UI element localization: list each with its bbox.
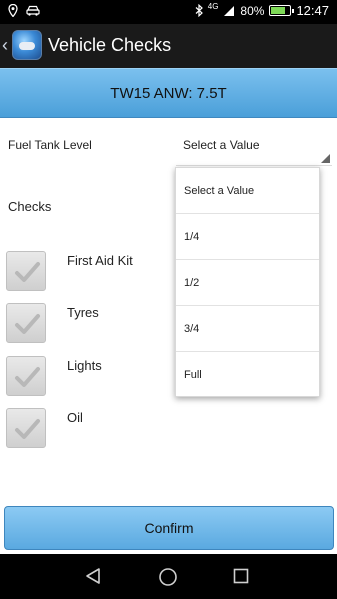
dropdown-option-half[interactable]: 1/2 xyxy=(176,260,319,306)
status-left xyxy=(8,4,40,17)
fuel-tank-label: Fuel Tank Level xyxy=(8,138,92,152)
dropdown-option-full[interactable]: Full xyxy=(176,352,319,398)
clock: 12:47 xyxy=(296,3,329,18)
location-pin-icon xyxy=(8,4,18,17)
signal-strength-icon xyxy=(224,5,235,16)
confirm-button[interactable]: Confirm xyxy=(4,506,334,550)
tyres-label: Tyres xyxy=(67,305,99,320)
lights-label: Lights xyxy=(67,358,102,373)
navigation-bar xyxy=(0,554,337,599)
dropdown-option-select-a-value[interactable]: Select a Value xyxy=(176,168,319,214)
battery-icon xyxy=(269,5,295,16)
app-logo[interactable] xyxy=(12,30,42,60)
lights-checkbox[interactable] xyxy=(6,356,46,396)
checkmark-icon xyxy=(15,262,40,282)
vehicle-label: TW15 ANW: 7.5T xyxy=(110,84,227,102)
status-bar: 4G 80% 12:47 xyxy=(0,0,337,24)
nav-back-icon[interactable] xyxy=(84,567,102,585)
vehicle-header: TW15 ANW: 7.5T xyxy=(0,68,337,118)
bluetooth-icon xyxy=(195,4,203,17)
checkmark-icon xyxy=(15,367,40,387)
checks-heading: Checks xyxy=(8,199,52,214)
first-aid-kit-label: First Aid Kit xyxy=(67,253,133,268)
oil-label: Oil xyxy=(67,410,83,425)
network-type-label: 4G xyxy=(207,2,219,11)
status-right: 4G 80% 12:47 xyxy=(195,2,329,18)
dropdown-arrow-icon xyxy=(321,154,330,163)
page-title: Vehicle Checks xyxy=(48,35,172,55)
tyres-checkbox[interactable] xyxy=(6,303,46,343)
fuel-tank-selected-value: Select a Value xyxy=(183,138,260,152)
battery-percent: 80% xyxy=(240,3,265,18)
nav-home-icon[interactable] xyxy=(158,567,178,587)
car-icon xyxy=(26,5,40,16)
back-chevron-icon[interactable]: ‹ xyxy=(2,35,8,56)
checkmark-icon xyxy=(15,419,40,439)
check-row-oil: Oil xyxy=(0,406,337,448)
checkmark-icon xyxy=(15,314,40,334)
oil-checkbox[interactable] xyxy=(6,408,46,448)
first-aid-kit-checkbox[interactable] xyxy=(6,251,46,291)
fuel-level-dropdown: Select a Value 1/4 1/2 3/4 Full xyxy=(175,167,320,397)
battery-fill xyxy=(271,7,286,14)
nav-recent-apps-icon[interactable] xyxy=(233,568,249,584)
dropdown-option-three-quarters[interactable]: 3/4 xyxy=(176,306,319,352)
action-bar: ‹ Vehicle Checks xyxy=(0,24,337,68)
fuel-tank-select[interactable]: Select a Value xyxy=(176,134,332,166)
dropdown-option-quarter[interactable]: 1/4 xyxy=(176,214,319,260)
